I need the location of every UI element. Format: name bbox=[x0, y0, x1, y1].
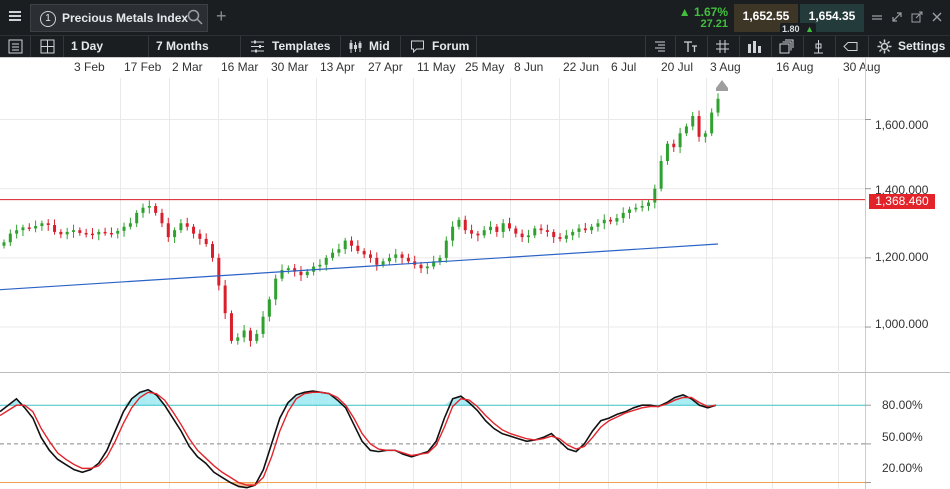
layers-icon[interactable] bbox=[779, 39, 794, 54]
search-icon[interactable] bbox=[186, 8, 204, 26]
separator bbox=[400, 36, 401, 57]
forum-button[interactable]: Forum bbox=[432, 38, 469, 55]
separator bbox=[476, 36, 477, 57]
add-tab-icon[interactable]: + bbox=[216, 6, 227, 26]
x-tick-label: 16 Aug bbox=[776, 60, 814, 74]
y-tick-label: 1,200.000 bbox=[875, 250, 929, 264]
instrument-title: Precious Metals Index bbox=[62, 11, 189, 25]
separator bbox=[868, 36, 869, 57]
separator bbox=[340, 36, 341, 57]
close-icon[interactable] bbox=[930, 10, 944, 24]
chart-type-icon[interactable] bbox=[747, 39, 762, 54]
interval-dropdown[interactable]: 1 Day bbox=[71, 38, 103, 55]
separator bbox=[835, 36, 836, 57]
stoch-y-tick-label: 50.00% bbox=[882, 430, 923, 444]
detach-icon[interactable] bbox=[910, 10, 924, 24]
menu-icon[interactable] bbox=[8, 9, 22, 26]
align-icon[interactable] bbox=[652, 39, 667, 54]
price-change: ▲ 1.67% 27.21 bbox=[674, 4, 732, 32]
text-size-icon[interactable] bbox=[683, 39, 698, 54]
top-bar: 1 Precious Metals Index + ▲ 1.67% 27.21 … bbox=[0, 0, 950, 36]
separator bbox=[675, 36, 676, 57]
chart-toolbar: 1 Day 7 Months Templates Mid Forum Setti… bbox=[0, 36, 950, 57]
separator bbox=[739, 36, 740, 57]
x-tick-label: 16 Mar bbox=[221, 60, 259, 74]
y-tick-label: 1,000.000 bbox=[875, 317, 929, 331]
x-tick-label: 11 May bbox=[417, 60, 456, 74]
price-type-button[interactable]: Mid bbox=[369, 38, 390, 55]
y-tick-label: 1,600.000 bbox=[875, 118, 929, 132]
crosshair-icon[interactable] bbox=[715, 39, 730, 54]
x-tick-label: 30 Mar bbox=[271, 60, 309, 74]
stoch-y-tick-label: 80.00% bbox=[882, 398, 923, 412]
x-tick-label: 2 Mar bbox=[172, 60, 203, 74]
instrument-tab[interactable]: 1 Precious Metals Index bbox=[30, 4, 208, 32]
x-tick-label: 13 Apr bbox=[320, 60, 355, 74]
separator bbox=[148, 36, 149, 57]
settings-button[interactable]: Settings bbox=[898, 38, 945, 55]
templates-icon bbox=[250, 39, 265, 54]
x-tick-label: 17 Feb bbox=[124, 60, 162, 74]
indicator-icon[interactable] bbox=[811, 39, 826, 54]
x-tick-label: 20 Jul bbox=[661, 60, 694, 74]
gear-icon bbox=[877, 39, 892, 54]
templates-button[interactable]: Templates bbox=[272, 38, 330, 55]
spread-value: 1.80 bbox=[782, 24, 800, 34]
separator bbox=[240, 36, 241, 57]
label-icon[interactable] bbox=[843, 39, 858, 54]
separator bbox=[771, 36, 772, 57]
list-icon[interactable] bbox=[8, 39, 23, 54]
separator bbox=[30, 36, 31, 57]
x-tick-label: 8 Jun bbox=[514, 60, 544, 74]
stoch-y-tick-label: 20.00% bbox=[882, 461, 923, 475]
separator bbox=[63, 36, 64, 57]
candlestick-icon bbox=[348, 39, 363, 54]
chart-area[interactable] bbox=[0, 57, 950, 489]
tab-number: 1 bbox=[40, 11, 56, 27]
forum-icon bbox=[410, 39, 425, 54]
x-tick-label: 6 Jul bbox=[611, 60, 637, 74]
change-percent: ▲ 1.67% bbox=[678, 5, 728, 19]
range-dropdown[interactable]: 7 Months bbox=[156, 38, 209, 55]
x-tick-label: 30 Aug bbox=[843, 60, 881, 74]
minimize-icon[interactable] bbox=[870, 10, 884, 24]
x-tick-label: 3 Aug bbox=[710, 60, 741, 74]
change-absolute: 27.21 bbox=[700, 18, 728, 30]
spread-badge: 1.80 ▲ bbox=[780, 23, 816, 35]
x-tick-label: 27 Apr bbox=[368, 60, 403, 74]
separator bbox=[803, 36, 804, 57]
layout-icon[interactable] bbox=[40, 39, 55, 54]
x-tick-label: 25 May bbox=[465, 60, 505, 74]
separator bbox=[707, 36, 708, 57]
expand-icon[interactable] bbox=[890, 10, 904, 24]
x-tick-label: 3 Feb bbox=[74, 60, 105, 74]
current-price-tag: 1,368.460 bbox=[869, 194, 935, 209]
separator bbox=[645, 36, 646, 57]
x-tick-label: 22 Jun bbox=[563, 60, 600, 74]
spread-arrow-icon: ▲ bbox=[805, 24, 814, 34]
